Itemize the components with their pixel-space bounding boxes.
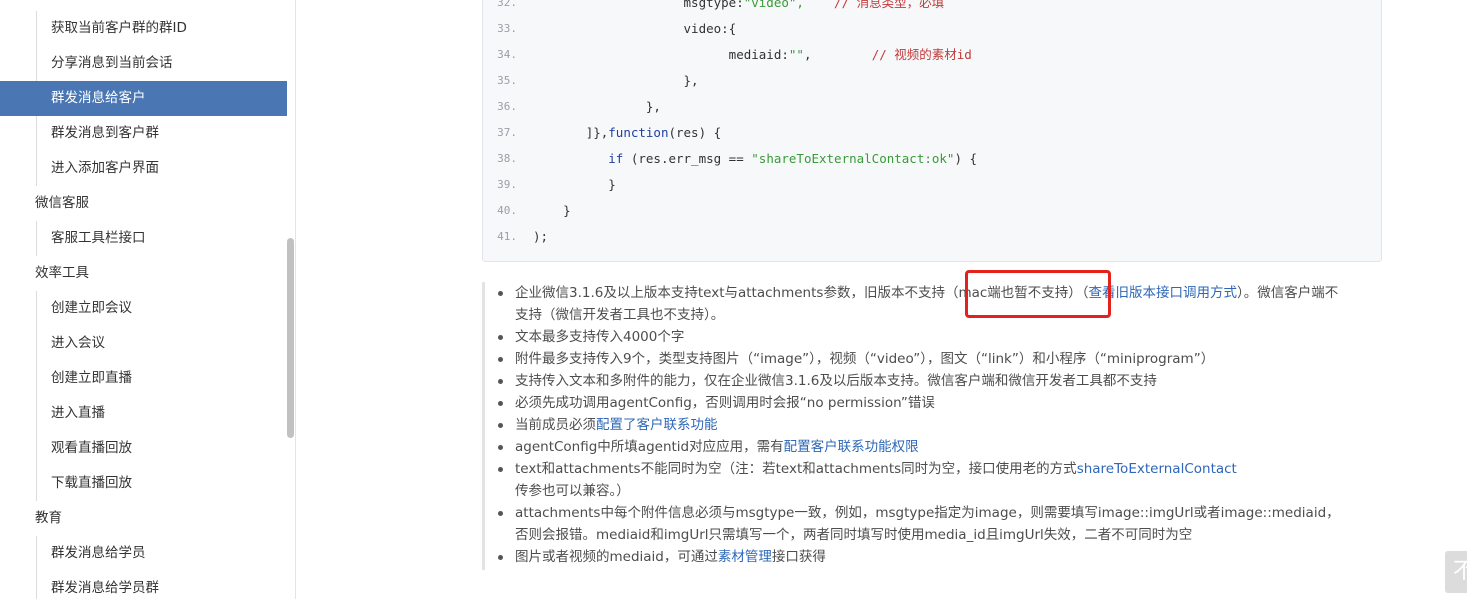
note-text: 支持传入文本和多附件的能力，仅在企业微信3.1.6及以后版本支持。微信客户端和微… [515,373,1157,389]
doc-link[interactable]: 配置客户联系功能权限 [784,439,919,455]
code-token: (res) { [668,125,722,140]
code-text: } [533,201,571,221]
sidebar-item[interactable]: 客服工具栏接口 [0,221,287,256]
sidebar-item[interactable]: 创建立即会议 [0,291,287,326]
floating-button[interactable]: 不 [1445,551,1467,593]
notes-list: 企业微信3.1.6及以上版本支持text与attachments参数，旧版本不支… [498,282,1345,568]
line-number: 36. [497,100,517,113]
note-text: 必须先成功调用agentConfig，否则调用时会报“no permission… [515,395,935,411]
line-number: 39. [497,178,517,191]
code-text: mediaid:"", // 视频的素材id [533,45,972,65]
line-number: 38. [497,152,517,165]
code-text: ); [533,227,548,247]
sidebar-item[interactable]: 进入直播 [0,396,287,431]
sidebar-group-header[interactable]: 教育 [0,501,287,536]
sidebar-item[interactable]: 下载直播回放 [0,466,287,501]
note-item: 企业微信3.1.6及以上版本支持text与attachments参数，旧版本不支… [498,282,1345,326]
sidebar-item[interactable]: 获取当前客户群的群ID [0,11,287,46]
code-text: if (res.err_msg == "shareToExternalConta… [533,149,977,169]
note-item: text和attachments不能同时为空（注：若text和attachmen… [498,458,1345,502]
code-token: function [608,125,669,140]
sidebar-item[interactable]: 群发消息给学员群 [0,571,287,599]
sidebar-group-header[interactable]: 效率工具 [0,256,287,291]
doc-link[interactable]: shareToExternalContact [1077,461,1237,477]
code-token: msgtype: [683,0,744,10]
code-token: ); [533,229,549,244]
note-item: agentConfig中所填agentid对应应用，需有配置客户联系功能权限 [498,436,1345,458]
code-text: msgtype:"video", // 消息类型，必填 [533,0,945,13]
line-number: 40. [497,204,517,217]
code-token: }, [683,73,699,88]
code-token: "shareToExternalContact:ok" [751,151,955,166]
note-item: 文本最多支持传入4000个字 [498,326,1345,348]
note-item: 当前成员必须配置了客户联系功能 [498,414,1345,436]
sidebar-item[interactable]: 群发消息给学员 [0,536,287,571]
code-text: } [533,175,616,195]
note-text: 当前成员必须 [515,417,596,433]
sidebar: 获取当前客户群的群ID 分享消息到当前会话 群发消息给客户 群发消息到客户群 进入添加客… [0,0,296,599]
code-token: (res.err_msg == [623,151,752,166]
sidebar-item[interactable]: 创建立即直播 [0,361,287,396]
line-number: 33. [497,22,517,35]
code-token: }, [645,99,661,114]
code-token: ) { [954,151,978,166]
note-item: 图片或者视频的mediaid，可通过素材管理接口获得 [498,546,1345,568]
note-item: 支持传入文本和多附件的能力，仅在企业微信3.1.6及以后版本支持。微信客户端和微… [498,370,1345,392]
code-token: if [608,151,624,166]
code-token: // 消息类型，必填 [803,0,945,10]
line-number: 41. [497,230,517,243]
note-text: 传参也可以兼容。） [515,483,630,499]
code-text: ]},function(res) { [533,123,721,143]
note-text: 附件最多支持传入9个，类型支持图片（“image”），视频（“video”），图… [515,351,1215,367]
line-number: 34. [497,48,517,61]
sidebar-item[interactable]: 进入添加客户界面 [0,151,287,186]
sidebar-group-header[interactable]: 微信客服 [0,186,287,221]
code-token: mediaid: [728,47,789,62]
note-text: attachments中每个附件信息必须与msgtype一致，例如，msgtyp… [515,505,1340,543]
sidebar-item[interactable]: 观看直播回放 [0,431,287,466]
code-token: "video", [743,0,804,10]
sidebar-item[interactable]: 群发消息给客户 [0,81,287,116]
code-token: ]}, [585,125,609,140]
note-text: agentConfig中所填agentid对应应用，需有 [515,439,784,455]
highlight-annotation-box [965,270,1111,318]
doc-link[interactable]: 配置了客户联系功能 [596,417,718,433]
note-text: 文本最多支持传入4000个字 [515,329,685,345]
sidebar-item[interactable]: 分享消息到当前会话 [0,46,287,81]
sidebar-item[interactable]: 进入会议 [0,326,287,361]
code-text: }, [533,97,661,117]
line-number: 35. [497,74,517,87]
note-text: 图片或者视频的mediaid，可通过 [515,549,718,565]
sidebar-item[interactable]: 群发消息到客户群 [0,116,287,151]
doc-link[interactable]: 素材管理 [718,549,772,565]
code-token: } [608,177,616,192]
code-text: video:{ [533,19,737,39]
code-text: }, [533,71,699,91]
note-item: 附件最多支持传入9个，类型支持图片（“image”），视频（“video”），图… [498,348,1345,370]
line-number: 32. [497,0,517,9]
note-item: attachments中每个附件信息必须与msgtype一致，例如，msgtyp… [498,502,1345,546]
code-token: // 视频的素材id [811,47,972,62]
sidebar-scrollbar[interactable] [287,238,294,438]
note-text: text和attachments不能同时为空（注：若text和attachmen… [515,461,1077,477]
note-text: 接口获得 [771,549,826,565]
code-block: 32. msgtype:"video", // 消息类型，必填 33. video… [482,0,1382,262]
line-number: 37. [497,126,517,139]
sidebar-nav: 获取当前客户群的群ID 分享消息到当前会话 群发消息给客户 群发消息到客户群 进入添加客… [0,11,287,599]
note-item: 必须先成功调用agentConfig，否则调用时会报“no permission… [498,392,1345,414]
code-token: "" [788,47,804,62]
code-token: } [563,203,571,218]
notes-section: 企业微信3.1.6及以上版本支持text与attachments参数，旧版本不支… [482,282,1382,570]
code-token: video:{ [683,21,737,36]
